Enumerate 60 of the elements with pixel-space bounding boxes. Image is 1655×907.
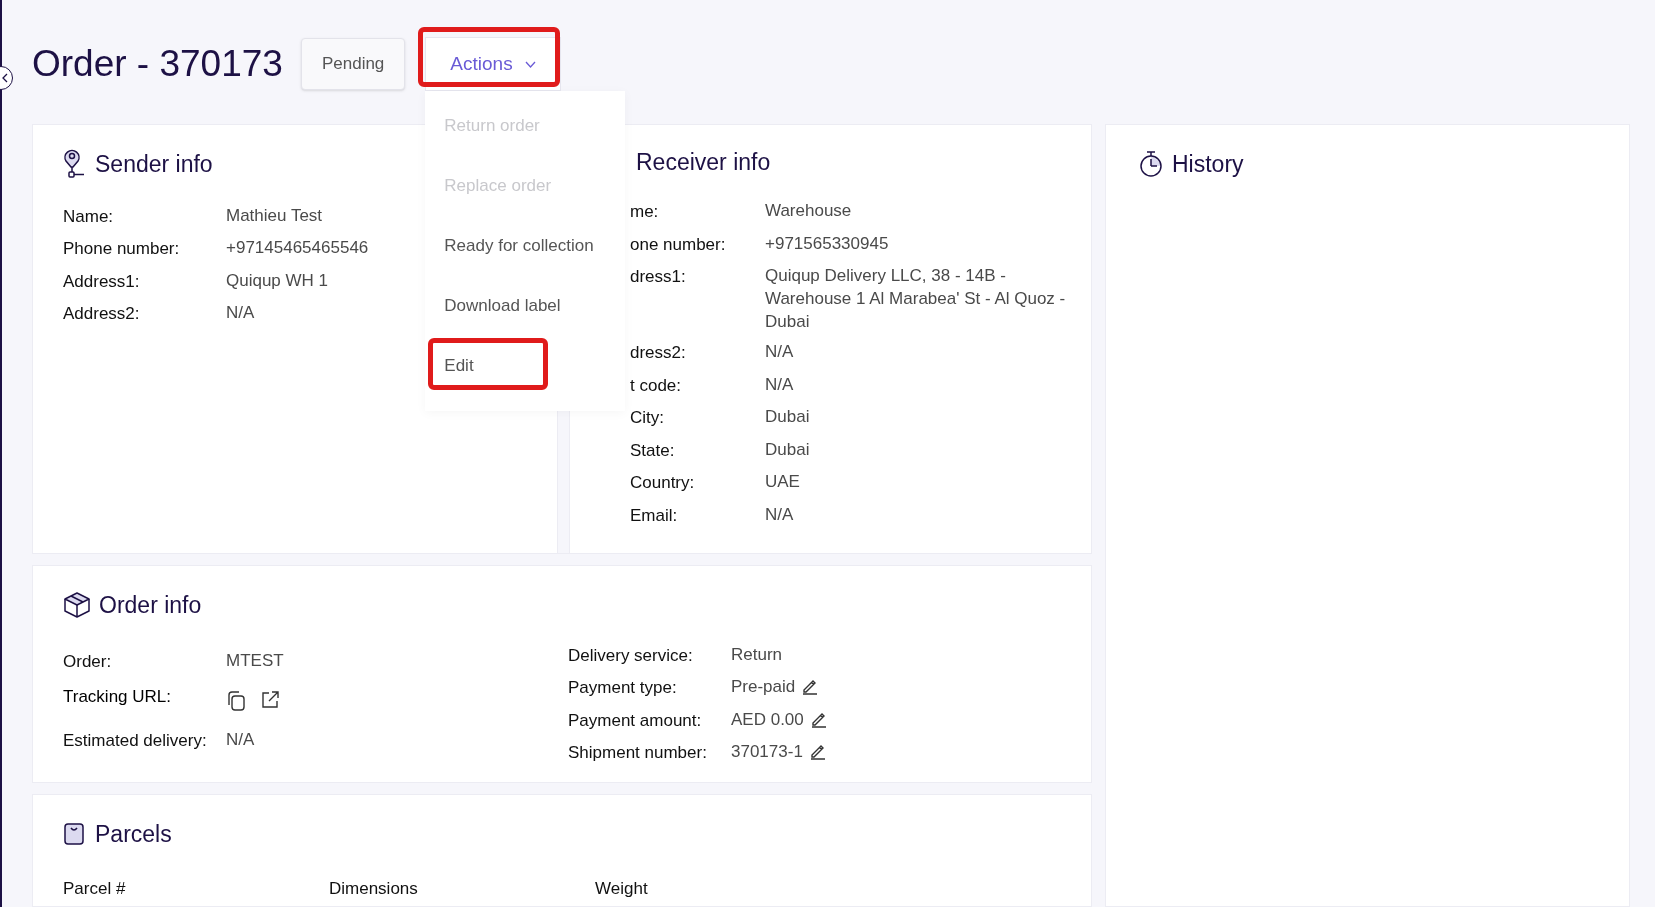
section-title: History bbox=[1172, 150, 1244, 179]
section-title: Order info bbox=[99, 591, 202, 620]
field-value: Warehouse bbox=[765, 200, 852, 222]
chevron-left-icon bbox=[1, 73, 9, 83]
field-value: N/A bbox=[226, 729, 255, 751]
location-pin-icon bbox=[63, 149, 85, 180]
external-link-icon[interactable] bbox=[260, 690, 280, 710]
field-label: me: bbox=[630, 201, 660, 223]
section-title: Sender info bbox=[95, 150, 213, 179]
field-label: Estimated delivery: bbox=[63, 730, 208, 752]
field-value: Quiqup Delivery LLC, 38 - 14B - Warehouse 1 Al Marabea' St - Al Quoz - Dubai bbox=[765, 265, 1067, 333]
field-value: MTEST bbox=[226, 649, 284, 672]
column-header: Weight bbox=[595, 877, 649, 900]
field-label: City: bbox=[630, 407, 665, 429]
bag-icon bbox=[63, 822, 85, 847]
field-label: Shipment number: bbox=[568, 742, 708, 764]
field-label: Phone number: bbox=[63, 238, 181, 260]
field-label: Delivery service: bbox=[568, 644, 694, 667]
field-value: Dubai bbox=[765, 406, 810, 428]
box-icon bbox=[63, 591, 91, 620]
field-value: Quiqup WH 1 bbox=[226, 269, 329, 292]
chevron-down-icon bbox=[524, 60, 536, 68]
copy-icon[interactable] bbox=[226, 690, 246, 712]
field-value: Dubai bbox=[765, 438, 810, 461]
field-value: N/A bbox=[765, 341, 794, 363]
menu-item[interactable]: Ready for collection bbox=[425, 232, 613, 259]
field-value: 370173-1 bbox=[731, 741, 803, 763]
field-value: +97145465465546 bbox=[226, 237, 369, 259]
field-label: Email: bbox=[630, 504, 679, 527]
field-label: Address1: bbox=[63, 270, 141, 293]
field-value: N/A bbox=[765, 373, 794, 396]
field-label: Order: bbox=[63, 650, 113, 673]
field-value: Mathieu Test bbox=[226, 204, 323, 227]
field-label: t code: bbox=[630, 374, 683, 397]
field-label: Tracking URL: bbox=[63, 686, 172, 708]
section-title: Parcels bbox=[95, 820, 172, 849]
stopwatch-icon bbox=[1138, 150, 1164, 179]
field-label: Name: bbox=[63, 205, 115, 228]
status-badge: Pending bbox=[300, 38, 406, 90]
column-header: Dimensions bbox=[329, 877, 419, 900]
section-title: Receiver info bbox=[636, 147, 771, 177]
field-value: N/A bbox=[765, 503, 794, 526]
field-value: Return bbox=[731, 643, 783, 666]
field-label: Payment type: bbox=[568, 677, 678, 699]
column-header: Parcel # bbox=[63, 877, 127, 900]
menu-item[interactable]: Edit bbox=[425, 352, 493, 379]
field-value: AED 0.00 bbox=[731, 708, 804, 731]
field-label: Payment amount: bbox=[568, 709, 703, 732]
field-label: one number: bbox=[630, 233, 727, 256]
field-label: dress1: bbox=[630, 266, 687, 288]
field-label: dress2: bbox=[630, 342, 687, 364]
field-label: Address2: bbox=[63, 303, 141, 325]
field-value: Pre-paid bbox=[731, 676, 796, 698]
field-label: State: bbox=[630, 439, 676, 462]
field-value: +971565330945 bbox=[765, 232, 889, 255]
menu-item[interactable]: Download label bbox=[425, 292, 580, 319]
field-value: UAE bbox=[765, 471, 800, 493]
field-value: N/A bbox=[226, 302, 255, 324]
field-label: Country: bbox=[630, 472, 696, 494]
order-title: Order - 370173 bbox=[32, 42, 283, 87]
